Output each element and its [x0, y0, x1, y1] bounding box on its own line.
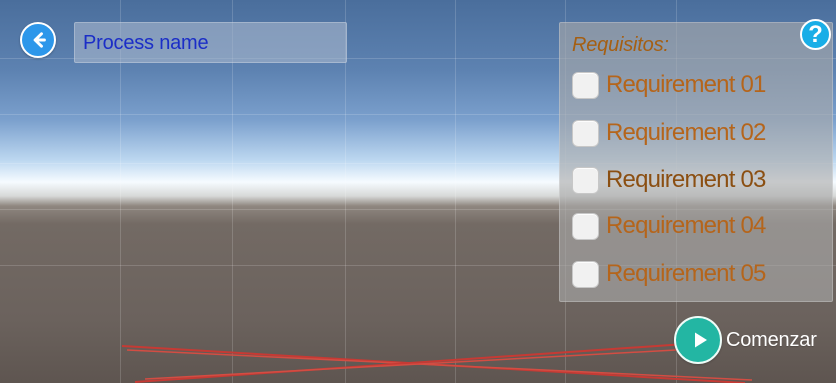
process-name-label: Process name [83, 32, 209, 54]
requirement-label: Requirement 05 [606, 260, 766, 287]
question-mark-icon: ? [808, 20, 823, 48]
requirement-checkbox[interactable] [572, 261, 599, 288]
scene-view: Process name Requisitos: Requirement 01 … [0, 0, 836, 383]
requirement-label: Requirement 03 [606, 166, 766, 193]
process-name-field: Process name [74, 22, 347, 63]
requirement-checkbox[interactable] [572, 167, 599, 194]
requirement-item-4[interactable]: Requirement 04 [572, 210, 802, 244]
requirements-panel: Requisitos: Requirement 01 Requirement 0… [559, 22, 833, 302]
gizmo-line [126, 349, 753, 381]
play-icon [694, 332, 707, 348]
gizmo-line [144, 348, 695, 380]
back-arrow-icon [33, 32, 46, 48]
requirement-label: Requirement 04 [606, 212, 766, 239]
start-label: Comenzar [726, 329, 817, 351]
requirement-item-3[interactable]: Requirement 03 [572, 164, 802, 198]
start-button[interactable]: Comenzar [674, 316, 832, 364]
start-play-button[interactable] [674, 316, 722, 364]
requirement-item-2[interactable]: Requirement 02 [572, 117, 802, 151]
requirement-item-1[interactable]: Requirement 01 [572, 69, 802, 103]
requirement-checkbox[interactable] [572, 72, 599, 99]
requirement-checkbox[interactable] [572, 120, 599, 147]
requirement-label: Requirement 01 [606, 71, 766, 98]
requirement-item-5[interactable]: Requirement 05 [572, 258, 802, 292]
requirement-checkbox[interactable] [572, 213, 599, 240]
back-button[interactable] [20, 22, 56, 58]
gizmo-line [121, 345, 746, 383]
requirements-title: Requisitos: [572, 34, 669, 56]
grid-line-vertical [455, 0, 456, 383]
help-button[interactable]: ? [800, 19, 831, 50]
gizmo-line [134, 342, 701, 383]
requirement-label: Requirement 02 [606, 119, 766, 146]
